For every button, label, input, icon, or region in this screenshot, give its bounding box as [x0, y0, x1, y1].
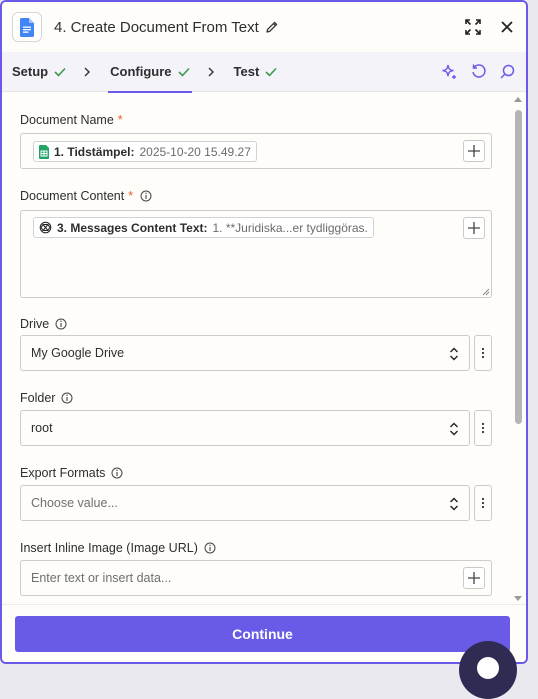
updown-icon	[450, 347, 458, 361]
insert-data-button[interactable]	[463, 217, 485, 239]
pill-label: 1. Tidstämpel:	[54, 144, 135, 159]
tab-configure[interactable]: Configure	[108, 52, 192, 93]
plus-icon	[468, 572, 480, 584]
openai-icon	[39, 221, 52, 234]
google-sheets-icon	[39, 144, 49, 159]
check-icon	[265, 67, 277, 77]
drive-field: Drive My Google Drive	[20, 316, 492, 371]
tab-test[interactable]: Test	[234, 52, 278, 92]
info-icon[interactable]	[55, 318, 67, 330]
label-text: Document Name	[20, 113, 114, 127]
field-label: Document Content *	[20, 188, 492, 204]
editor-footer: Continue	[2, 604, 526, 662]
tab-label: Setup	[12, 64, 49, 79]
updown-icon	[450, 422, 458, 436]
chevron-right-icon	[208, 67, 214, 76]
pill-label: 3. Messages Content Text:	[57, 220, 208, 235]
export-formats-select[interactable]: Choose value...	[20, 485, 470, 521]
kebab-icon[interactable]	[474, 485, 492, 521]
info-icon[interactable]	[61, 392, 73, 404]
tab-label: Configure	[110, 64, 172, 79]
info-icon[interactable]	[204, 542, 216, 554]
check-icon	[54, 67, 66, 77]
insert-data-button[interactable]	[463, 567, 485, 589]
kebab-icon[interactable]	[474, 335, 492, 371]
field-label: Insert Inline Image (Image URL)	[20, 540, 492, 556]
data-pill[interactable]: 1. Tidstämpel: 2025-10-20 15.49.27	[33, 141, 257, 162]
document-content-input[interactable]: 3. Messages Content Text: 1. **Juridiska…	[20, 210, 492, 298]
editor-header: 4. Create Document From Text	[2, 2, 526, 52]
insert-data-button[interactable]	[463, 140, 485, 162]
updown-icon	[450, 497, 458, 511]
chat-icon	[477, 657, 499, 679]
search-icon[interactable]	[499, 63, 516, 80]
field-label: Document Name *	[20, 112, 492, 128]
plus-icon	[468, 145, 480, 157]
pencil-icon[interactable]	[265, 20, 279, 34]
chevron-right-icon	[84, 67, 91, 76]
kebab-icon[interactable]	[474, 410, 492, 446]
info-icon[interactable]	[111, 467, 123, 479]
close-icon[interactable]	[498, 18, 516, 36]
document-name-input[interactable]: 1. Tidstämpel: 2025-10-20 15.49.27	[20, 133, 492, 169]
document-name-field: Document Name * 1. Tidstämpel: 2025-10-2…	[20, 112, 492, 169]
tab-label: Test	[233, 64, 260, 79]
pill-value: 1. **Juridiska...er tydliggöras.	[212, 220, 368, 235]
step-tabs: Setup Configure Test	[2, 52, 526, 93]
required-mark: *	[128, 189, 134, 203]
input-placeholder: Enter text or insert data...	[31, 571, 172, 585]
inline-image-field: Insert Inline Image (Image URL) Enter te…	[20, 540, 492, 596]
export-formats-field: Export Formats Choose value...	[20, 465, 492, 521]
step-title: 4. Create Document From Text	[54, 18, 259, 36]
plus-icon	[468, 222, 480, 234]
info-icon[interactable]	[140, 190, 152, 202]
continue-button[interactable]: Continue	[15, 616, 510, 652]
inline-image-input[interactable]: Enter text or insert data...	[20, 560, 492, 596]
document-content-field: Document Content * 3. Messages Content T…	[20, 188, 492, 298]
expand-icon[interactable]	[464, 18, 482, 36]
check-icon	[177, 67, 190, 77]
form-content: Document Name * 1. Tidstämpel: 2025-10-2…	[2, 94, 526, 604]
tab-setup[interactable]: Setup	[12, 52, 66, 92]
select-value: My Google Drive	[31, 346, 125, 360]
undo-icon[interactable]	[470, 63, 487, 80]
data-pill[interactable]: 3. Messages Content Text: 1. **Juridiska…	[33, 217, 374, 238]
scrollbar-thumb[interactable]	[515, 110, 522, 424]
scroll-up-icon[interactable]	[514, 96, 522, 104]
field-label: Export Formats	[20, 465, 492, 481]
select-placeholder: Choose value...	[31, 496, 118, 510]
label-text: Folder	[20, 391, 56, 405]
required-mark: *	[117, 113, 123, 127]
resize-handle-icon[interactable]	[482, 288, 490, 296]
scroll-down-icon[interactable]	[514, 594, 522, 602]
field-label: Folder	[20, 390, 492, 406]
pill-value: 2025-10-20 15.49.27	[139, 144, 251, 159]
label-text: Drive	[20, 317, 50, 331]
sparkle-icon[interactable]	[440, 63, 458, 81]
select-value: root	[31, 421, 53, 435]
drive-select[interactable]: My Google Drive	[20, 335, 470, 371]
scrollbar[interactable]	[514, 94, 522, 604]
label-text: Export Formats	[20, 466, 106, 480]
folder-select[interactable]: root	[20, 410, 470, 446]
step-editor-panel: 4. Create Document From Text Setup Confi…	[0, 0, 528, 664]
label-text: Insert Inline Image (Image URL)	[20, 541, 198, 555]
google-docs-icon	[12, 12, 42, 42]
chat-launcher[interactable]	[459, 641, 517, 699]
label-text: Document Content	[20, 189, 125, 203]
folder-field: Folder root	[20, 390, 492, 446]
field-label: Drive	[20, 316, 492, 332]
